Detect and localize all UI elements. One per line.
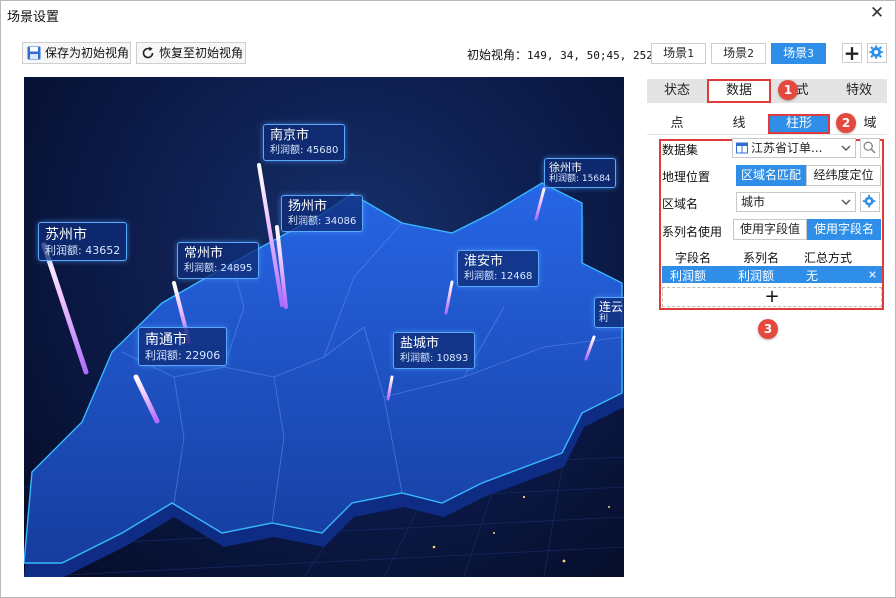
scene-settings-button[interactable] — [867, 43, 887, 63]
city-name: 淮安市 — [464, 254, 504, 269]
city-profit: 利润额: 43652 — [45, 244, 121, 257]
add-field-button[interactable]: + — [662, 287, 882, 307]
region-name-match-option[interactable]: 区域名匹配 — [736, 165, 806, 186]
scene-1-number: 1 — [687, 47, 694, 60]
city-profit: 利润额: 45680 — [270, 145, 339, 156]
step-badge-1: 1 — [778, 80, 798, 100]
city-profit: 利润额: 12468 — [464, 271, 533, 282]
city-profit: 利润额: 24895 — [184, 263, 253, 274]
delete-icon[interactable] — [867, 269, 878, 280]
chevron-down-icon — [841, 145, 851, 151]
chevron-down-icon — [841, 199, 851, 205]
city-profit: 利润额: 10893 — [400, 353, 469, 364]
city-label-nanjing: 南京市 利润额: 45680 — [263, 124, 346, 161]
series-name-label: 系列名使用 — [662, 225, 723, 239]
scene-2-button[interactable]: 场景2 — [711, 43, 766, 64]
step-badge-3: 3 — [758, 319, 778, 339]
tab-point[interactable]: 点 — [657, 114, 697, 134]
dataset-label: 数据集 — [662, 143, 699, 157]
refresh-icon — [142, 46, 154, 59]
city-label-xuzhou: 徐州市 利润额: 15684 — [544, 158, 616, 188]
region-name-label: 区域名 — [662, 197, 699, 211]
scene-1-label: 场景 — [663, 46, 688, 60]
table-row[interactable]: 利润额 利润额 无 — [662, 266, 882, 283]
restore-initial-view-label: 恢复至初始视角 — [159, 46, 244, 60]
city-name: 连云 — [599, 300, 624, 314]
dataset-search-button[interactable] — [860, 138, 880, 158]
use-field-value-option[interactable]: 使用字段值 — [733, 219, 807, 240]
region-name-select[interactable]: 城市 — [736, 192, 856, 212]
city-profit: 利润额: 34086 — [288, 216, 357, 227]
scene-2-number: 2 — [747, 47, 754, 60]
dataset-select[interactable]: 江苏省订单... — [732, 138, 856, 158]
cell-field-name: 利润额 — [670, 269, 707, 283]
close-button[interactable]: ✕ — [867, 3, 887, 23]
city-profit: 利润额: 15684 — [549, 174, 611, 184]
search-icon — [863, 141, 876, 154]
city-label-nantong: 南通市 利润额: 22906 — [138, 327, 228, 366]
restore-initial-view-button[interactable]: 恢复至初始视角 — [136, 42, 246, 64]
field-grid-header: 字段名 系列名 汇总方式 — [662, 249, 882, 265]
map-3d-viewport[interactable]: 苏州市 利润额: 43652 南京市 利润额: 45680 扬州市 利润额: 3… — [24, 77, 624, 577]
city-label-yangzhou: 扬州市 利润额: 34086 — [281, 195, 364, 232]
city-name: 苏州市 — [45, 227, 87, 243]
dataset-value: 江苏省订单... — [751, 141, 823, 155]
lat-lng-option[interactable]: 经纬度定位 — [806, 165, 881, 186]
geo-position-label: 地理位置 — [662, 170, 711, 184]
city-label-yancheng: 盐城市 利润额: 10893 — [393, 332, 476, 369]
region-name-value: 城市 — [741, 195, 766, 209]
tab-effects[interactable]: 特效 — [831, 79, 887, 103]
city-name: 扬州市 — [288, 199, 328, 214]
cell-aggregation: 无 — [806, 269, 819, 283]
city-name: 徐州市 — [549, 161, 582, 174]
scene-3-button[interactable]: 场景3 — [771, 43, 826, 64]
tab-status[interactable]: 状态 — [647, 79, 707, 103]
use-field-name-option[interactable]: 使用字段名 — [807, 219, 881, 240]
gear-icon — [862, 194, 876, 208]
cell-series-name: 利润额 — [738, 269, 775, 283]
city-profit: 利润额: 22906 — [145, 349, 221, 362]
city-profit: 利 — [599, 314, 609, 324]
title-bar: 场景设置 ✕ — [1, 1, 895, 28]
scene-3-number: 3 — [807, 47, 814, 60]
col-field-name: 字段名 — [675, 251, 712, 265]
initial-view-label: 初始视角： — [467, 48, 528, 62]
city-label-lianyungang: 连云 利 — [594, 297, 624, 328]
save-initial-view-label: 保存为初始视角 — [45, 46, 130, 60]
tab-region[interactable]: 域 — [855, 114, 885, 134]
tab-line[interactable]: 线 — [719, 114, 759, 134]
city-name: 盐城市 — [400, 336, 440, 351]
scene-2-label: 场景 — [723, 46, 748, 60]
scene-1-button[interactable]: 场景1 — [651, 43, 706, 64]
gear-icon — [869, 45, 883, 59]
tab-data[interactable]: 数据 — [707, 79, 771, 103]
save-icon — [27, 46, 41, 60]
initial-view-readout: 初始视角：149, 34, 50;45, 252, 0 — [467, 46, 673, 63]
city-label-changzhou: 常州市 利润额: 24895 — [177, 242, 260, 279]
region-settings-button[interactable] — [860, 192, 880, 212]
dataset-icon — [736, 142, 748, 154]
city-name: 南通市 — [145, 332, 187, 348]
col-series-name: 系列名 — [743, 251, 780, 265]
panel-main-tabs: 状态 数据 式 特效 — [647, 79, 887, 103]
window-title: 场景设置 — [7, 10, 60, 25]
add-scene-button[interactable]: + — [842, 43, 862, 63]
scene-3-label: 场景 — [783, 46, 808, 60]
scene-settings-window: 场景设置 ✕ 保存为初始视角 恢复至初始视角 初始视角：149, 34, 50;… — [0, 0, 896, 598]
step-badge-2: 2 — [836, 113, 856, 133]
city-name: 常州市 — [184, 246, 224, 261]
city-name: 南京市 — [270, 128, 310, 143]
col-aggregation: 汇总方式 — [804, 251, 853, 265]
tab-column[interactable]: 柱形 — [768, 114, 830, 134]
save-initial-view-button[interactable]: 保存为初始视角 — [22, 42, 131, 64]
city-label-huaian: 淮安市 利润额: 12468 — [457, 250, 540, 287]
city-label-suzhou: 苏州市 利润额: 43652 — [38, 222, 128, 261]
